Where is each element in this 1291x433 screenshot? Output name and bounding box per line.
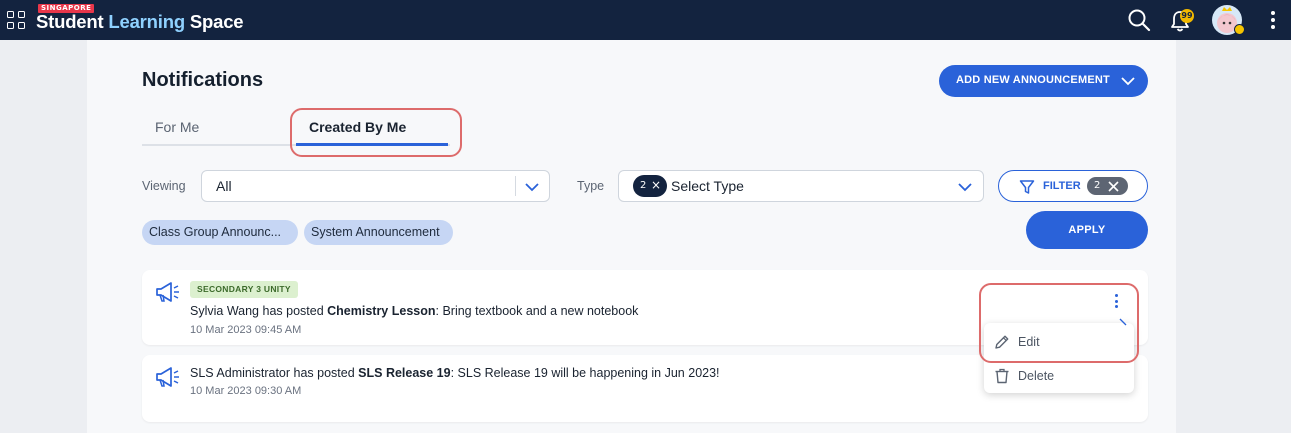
top-navigation-bar: SINGAPORE Student Learning Space 99	[0, 0, 1291, 40]
chevron-down-icon	[958, 183, 972, 192]
viewing-label: Viewing	[142, 179, 186, 193]
selected-count: 2	[640, 180, 647, 191]
close-icon[interactable]	[1108, 181, 1119, 192]
notification-count-badge: 99	[1180, 9, 1194, 23]
type-select[interactable]: 2 × Select Type	[618, 170, 984, 202]
viewing-value: All	[216, 178, 232, 194]
megaphone-icon	[156, 282, 179, 302]
resize-handle-icon	[1119, 318, 1127, 326]
add-button-label: ADD NEW ANNOUNCEMENT	[956, 74, 1110, 86]
author: Sylvia Wang	[190, 304, 260, 318]
announcement-body: : Bring textbook and a new notebook	[435, 304, 639, 318]
type-placeholder: Select Type	[671, 178, 744, 194]
announcement-title: Chemistry Lesson	[327, 304, 436, 318]
trash-icon	[995, 368, 1009, 384]
timestamp: 10 Mar 2023 09:45 AM	[190, 324, 302, 336]
logo-word-2: Learning	[108, 11, 185, 32]
selected-count-chip[interactable]: 2 ×	[633, 175, 667, 197]
filter-count-chip[interactable]: 2	[1087, 177, 1128, 195]
chevron-down-icon	[1121, 77, 1135, 86]
status-badge	[1234, 24, 1245, 35]
viewing-select[interactable]: All	[201, 170, 550, 202]
announcement-title: SLS Release 19	[358, 366, 451, 380]
more-options-icon[interactable]	[1271, 11, 1275, 29]
app-logo[interactable]: Student Learning Space	[36, 11, 244, 33]
tab-highlight-annotation	[290, 108, 462, 157]
announcement-body: : SLS Release 19 will be happening in Ju…	[450, 366, 720, 380]
timestamp: 10 Mar 2023 09:30 AM	[190, 385, 302, 397]
page-title: Notifications	[142, 69, 264, 91]
type-label: Type	[577, 179, 605, 193]
menu-item-delete[interactable]: Delete	[984, 359, 1134, 393]
filter-button[interactable]: FILTER 2	[998, 170, 1148, 202]
chevron-down-icon	[525, 183, 539, 192]
clear-icon[interactable]: ×	[651, 178, 661, 192]
search-icon[interactable]	[1127, 8, 1151, 32]
filter-tag-class-group[interactable]: Class Group Announc...	[142, 220, 298, 245]
add-new-announcement-button[interactable]: ADD NEW ANNOUNCEMENT	[939, 65, 1148, 97]
filter-tag-system[interactable]: System Announcement	[304, 220, 453, 245]
class-badge: SECONDARY 3 UNITY	[190, 281, 298, 298]
tab-for-me[interactable]: For Me	[155, 119, 199, 135]
verb: has posted	[290, 366, 359, 380]
apps-grid-icon[interactable]	[7, 11, 26, 30]
funnel-icon	[1019, 180, 1035, 194]
menu-highlight-annotation	[979, 283, 1139, 363]
megaphone-icon	[156, 367, 179, 387]
verb: has posted	[259, 304, 328, 318]
notification-message: SLS Administrator has posted SLS Release…	[190, 366, 720, 380]
filter-count: 2	[1094, 180, 1101, 191]
logo-word-1: Student	[36, 11, 109, 32]
tag-label: System Announcement	[311, 225, 440, 239]
filter-label: FILTER	[1043, 180, 1081, 192]
logo-word-3: Space	[184, 11, 244, 32]
notification-message: Sylvia Wang has posted Chemistry Lesson:…	[190, 304, 638, 318]
apply-button[interactable]: APPLY	[1026, 211, 1148, 249]
tag-label: Class Group Announc...	[149, 225, 282, 239]
author: SLS Administrator	[190, 366, 291, 380]
delete-label: Delete	[1018, 369, 1055, 383]
